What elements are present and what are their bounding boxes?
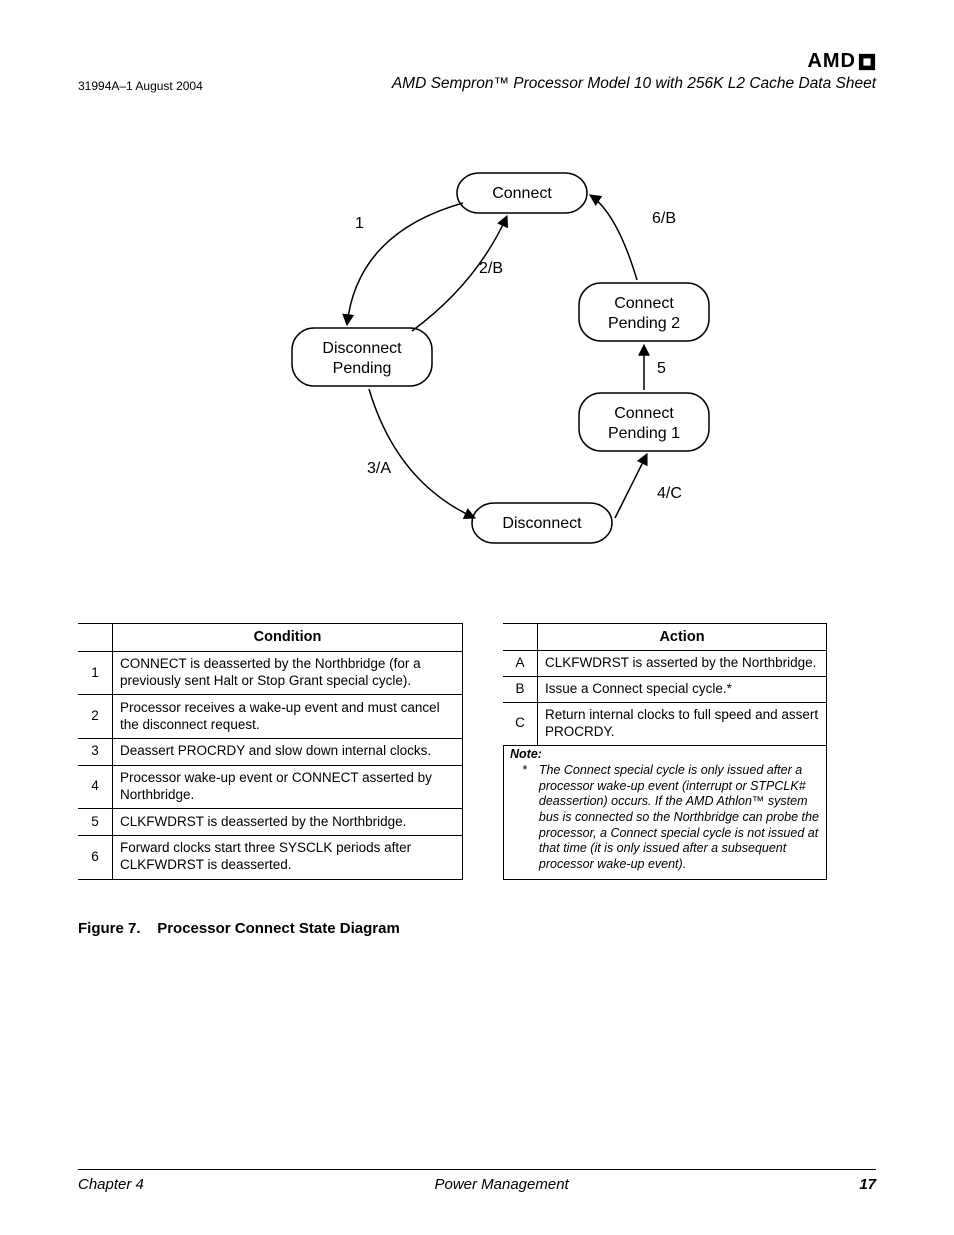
state-diagram: Connect Connect Pending 2 Connect Pendin… (78, 153, 876, 593)
header-right: AMD AMD Sempron™ Processor Model 10 with… (392, 50, 876, 93)
edge-2b: 2/B (479, 260, 503, 277)
figure-caption: Figure 7. Processor Connect State Diagra… (78, 920, 876, 937)
footer-section: Power Management (434, 1176, 568, 1193)
note-label: Note: (510, 747, 820, 763)
node-dp-l1: Disconnect (322, 340, 402, 357)
page-footer: Chapter 4 Power Management 17 (78, 1169, 876, 1193)
action-block: Action ACLKFWDRST is asserted by the Nor… (503, 623, 827, 880)
state-diagram-svg: Connect Connect Pending 2 Connect Pendin… (197, 153, 757, 593)
table-row: CReturn internal clocks to full speed an… (503, 702, 827, 745)
node-connect: Connect (492, 185, 552, 202)
node-cp1-l1: Connect (614, 405, 674, 422)
edge-5: 5 (657, 360, 666, 377)
tables-row: Condition 1CONNECT is deasserted by the … (78, 623, 876, 880)
amd-logo-text: AMD (807, 50, 856, 73)
page-header: 31994A–1 August 2004 AMD AMD Sempron™ Pr… (78, 50, 876, 93)
node-disconnect: Disconnect (502, 515, 582, 532)
table-row: 1CONNECT is deasserted by the Northbridg… (78, 651, 463, 695)
table-row: BIssue a Connect special cycle.* (503, 676, 827, 702)
edge-1: 1 (355, 215, 364, 232)
amd-logo-icon (858, 53, 876, 71)
node-cp1-l2: Pending 1 (608, 425, 680, 442)
edge-6b: 6/B (652, 210, 676, 227)
doc-id: 31994A–1 August 2004 (78, 79, 203, 93)
action-header: Action (538, 624, 827, 651)
table-row: 5CLKFWDRST is deasserted by the Northbri… (78, 809, 463, 835)
table-row: 3Deassert PROCRDY and slow down internal… (78, 739, 463, 765)
condition-table: Condition 1CONNECT is deasserted by the … (78, 623, 463, 880)
table-row: ACLKFWDRST is asserted by the Northbridg… (503, 651, 827, 677)
edge-3a: 3/A (367, 460, 391, 477)
condition-header: Condition (113, 624, 463, 652)
figure-label: Figure 7. (78, 920, 141, 937)
action-table: Action ACLKFWDRST is asserted by the Nor… (503, 623, 827, 746)
note-text: The Connect special cycle is only issued… (539, 763, 820, 872)
table-row: 4Processor wake-up event or CONNECT asse… (78, 765, 463, 809)
note-block: Note: * The Connect special cycle is onl… (503, 746, 827, 880)
node-dp-l2: Pending (333, 360, 392, 377)
table-row: 2Processor receives a wake-up event and … (78, 695, 463, 739)
note-asterisk: * (522, 763, 527, 872)
footer-page: 17 (859, 1176, 876, 1193)
footer-chapter: Chapter 4 (78, 1176, 144, 1193)
table-row: 6Forward clocks start three SYSCLK perio… (78, 835, 463, 879)
figure-title: Processor Connect State Diagram (157, 920, 400, 937)
node-cp2-l2: Pending 2 (608, 315, 680, 332)
node-cp2-l1: Connect (614, 295, 674, 312)
doc-title: AMD Sempron™ Processor Model 10 with 256… (392, 75, 876, 93)
edge-4c: 4/C (657, 485, 682, 502)
amd-logo: AMD (392, 50, 876, 73)
